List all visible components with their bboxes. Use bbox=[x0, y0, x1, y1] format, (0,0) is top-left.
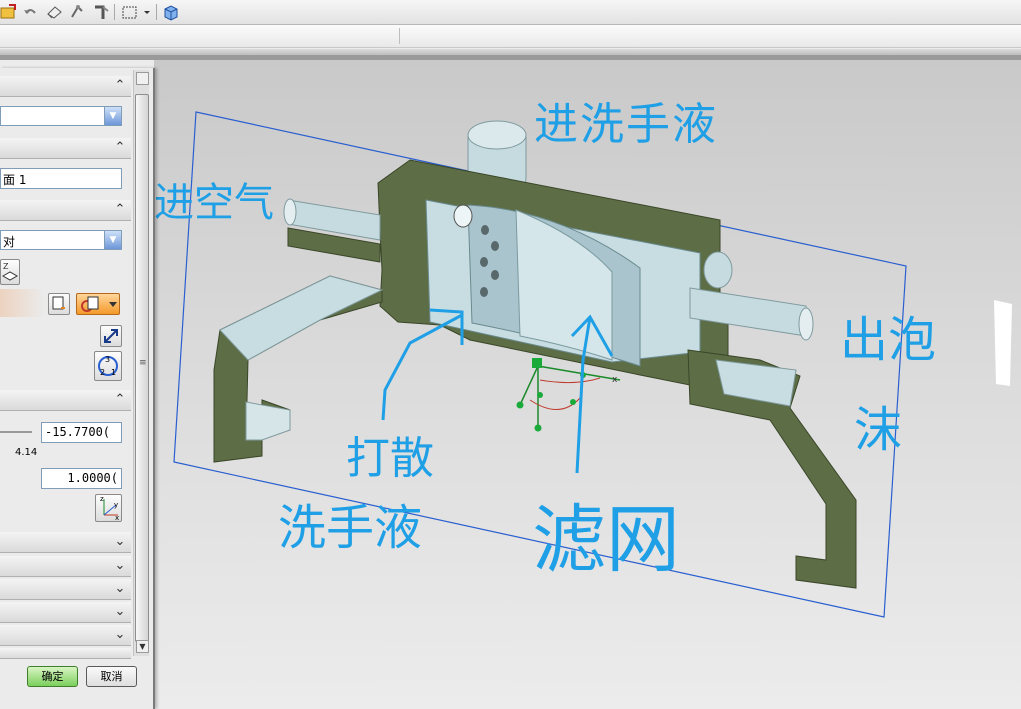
cube-icon[interactable] bbox=[162, 3, 180, 21]
arrow-disperse bbox=[381, 313, 463, 421]
ok-button[interactable]: 确定 bbox=[27, 666, 78, 687]
chevron-down-icon[interactable]: ⌄ bbox=[112, 627, 128, 643]
snap-icon[interactable] bbox=[68, 3, 86, 21]
section-header-collapsed-1[interactable]: ⌄ bbox=[0, 532, 131, 553]
section-header-offset[interactable]: ⌃ bbox=[0, 390, 131, 411]
foam-outlet-face bbox=[798, 307, 814, 341]
align-combo-value: 对 bbox=[3, 235, 16, 249]
section-header-collapsed-5[interactable]: ⌄ bbox=[0, 625, 131, 646]
label-disperse: 打散 bbox=[346, 433, 434, 484]
disperser-hole bbox=[481, 225, 489, 235]
label-wash-liquid: 洗手液 bbox=[278, 500, 423, 556]
graphics-viewport[interactable]: x 进洗手液 进空气 出泡 沫 打散 洗手液 滤网 bbox=[154, 60, 1021, 709]
xyz-axes-icon[interactable]: z yx bbox=[95, 494, 122, 522]
label-outlet-foam-1: 出泡 bbox=[840, 312, 937, 368]
undo-icon[interactable] bbox=[21, 3, 39, 21]
grip-icon: ≡ bbox=[139, 358, 147, 368]
scroll-down-icon[interactable]: ▼ bbox=[136, 640, 149, 653]
scroll-thumb[interactable]: ≡ bbox=[135, 94, 149, 642]
toolbar-separator bbox=[156, 4, 157, 20]
section-header-collapsed-3[interactable]: ⌄ bbox=[0, 579, 131, 600]
svg-text:y: y bbox=[114, 501, 118, 509]
chevron-up-icon[interactable]: ⌃ bbox=[112, 78, 128, 94]
section-header-collapsed-2[interactable]: ⌄ bbox=[0, 556, 131, 577]
scroll-up-icon[interactable] bbox=[136, 72, 149, 85]
svg-text:x: x bbox=[115, 514, 119, 521]
select-box-icon[interactable] bbox=[121, 3, 139, 21]
outlet-nut bbox=[703, 251, 733, 289]
dialog-scrollbar[interactable]: ≡ ▼ bbox=[133, 70, 149, 656]
cancel-button[interactable]: 取消 bbox=[86, 666, 137, 687]
face-name-field[interactable]: 面 1 bbox=[0, 168, 122, 189]
eraser-icon[interactable] bbox=[45, 3, 63, 21]
svg-text:3: 3 bbox=[105, 355, 110, 364]
svg-text:2: 2 bbox=[100, 368, 105, 377]
toolbar-separator bbox=[114, 4, 115, 20]
section-header-name[interactable]: ⌃ bbox=[0, 138, 131, 159]
chevron-up-icon[interactable]: ⌃ bbox=[112, 140, 128, 156]
section-orient-icon[interactable] bbox=[76, 293, 120, 315]
measure-icon[interactable] bbox=[92, 3, 110, 21]
air-inlet-face bbox=[283, 198, 297, 226]
left-bracket-top bbox=[219, 275, 384, 361]
chevron-down-icon[interactable]: ⌄ bbox=[112, 558, 128, 574]
section-header-collapsed-4[interactable]: ⌄ bbox=[0, 602, 131, 623]
slider-readout: 4.14 bbox=[15, 447, 38, 458]
chevron-up-icon[interactable]: ⌃ bbox=[112, 392, 128, 408]
disperser-hole bbox=[480, 287, 488, 297]
disperser-hole bbox=[480, 257, 488, 267]
secondary-toolbar bbox=[0, 25, 1021, 48]
svg-text:x: x bbox=[612, 375, 618, 385]
label-filter-mesh: 滤网 bbox=[532, 497, 680, 583]
svg-text:Z: Z bbox=[3, 262, 9, 271]
offset-field[interactable]: -15.7700( bbox=[41, 422, 122, 443]
label-outlet-foam-2: 沫 bbox=[854, 402, 903, 458]
dropdown-icon[interactable] bbox=[142, 3, 152, 21]
disperser-hole bbox=[491, 241, 499, 251]
disperser-hole bbox=[491, 270, 499, 280]
orientation-preview bbox=[0, 289, 44, 317]
section-header-collapsed-6[interactable] bbox=[0, 648, 131, 659]
svg-text:1: 1 bbox=[111, 368, 116, 377]
chevron-down-icon[interactable]: ⌄ bbox=[112, 581, 128, 597]
label-inlet-air: 进空气 bbox=[154, 180, 274, 226]
chevron-down-icon[interactable]: ⌄ bbox=[112, 534, 128, 550]
chevron-down-icon[interactable]: ▼ bbox=[104, 231, 121, 249]
type-combo[interactable]: ▼ bbox=[0, 106, 122, 126]
csys-icon[interactable]: Z bbox=[0, 259, 20, 285]
chevron-up-icon[interactable]: ⌃ bbox=[112, 202, 128, 218]
folder-icon[interactable] bbox=[0, 3, 18, 21]
chevron-down-icon[interactable]: ⌄ bbox=[112, 604, 128, 620]
section-view-drawing: x bbox=[173, 111, 1012, 618]
chevron-down-icon[interactable]: ▼ bbox=[104, 107, 121, 125]
section-header-type[interactable]: ⌃ bbox=[0, 76, 131, 97]
white-blob bbox=[994, 300, 1012, 386]
scale-field[interactable]: 1.0000( bbox=[41, 468, 122, 489]
align-combo[interactable]: 对 ▼ bbox=[0, 230, 122, 250]
section-dialog: ⌃ ▼ ⌃ 面 1 ⌃ 对 ▼ Z 321 ⌃ -15.7700( 4.14 1… bbox=[0, 68, 155, 709]
toolbar-separator bbox=[399, 28, 400, 44]
flip-icon[interactable] bbox=[100, 325, 122, 347]
cycle-icon[interactable]: 321 bbox=[94, 351, 122, 381]
svg-text:z: z bbox=[100, 495, 104, 503]
section-header-orientation[interactable]: ⌃ bbox=[0, 200, 131, 221]
plane-icon[interactable] bbox=[48, 293, 70, 315]
main-toolbar bbox=[0, 0, 1021, 25]
offset-slider-track[interactable] bbox=[0, 431, 32, 433]
label-inlet-wash: 进洗手液 bbox=[534, 99, 718, 150]
csys-manipulator: x bbox=[516, 358, 621, 432]
top-inlet-face bbox=[467, 120, 527, 150]
disperser-hole bbox=[453, 204, 473, 228]
